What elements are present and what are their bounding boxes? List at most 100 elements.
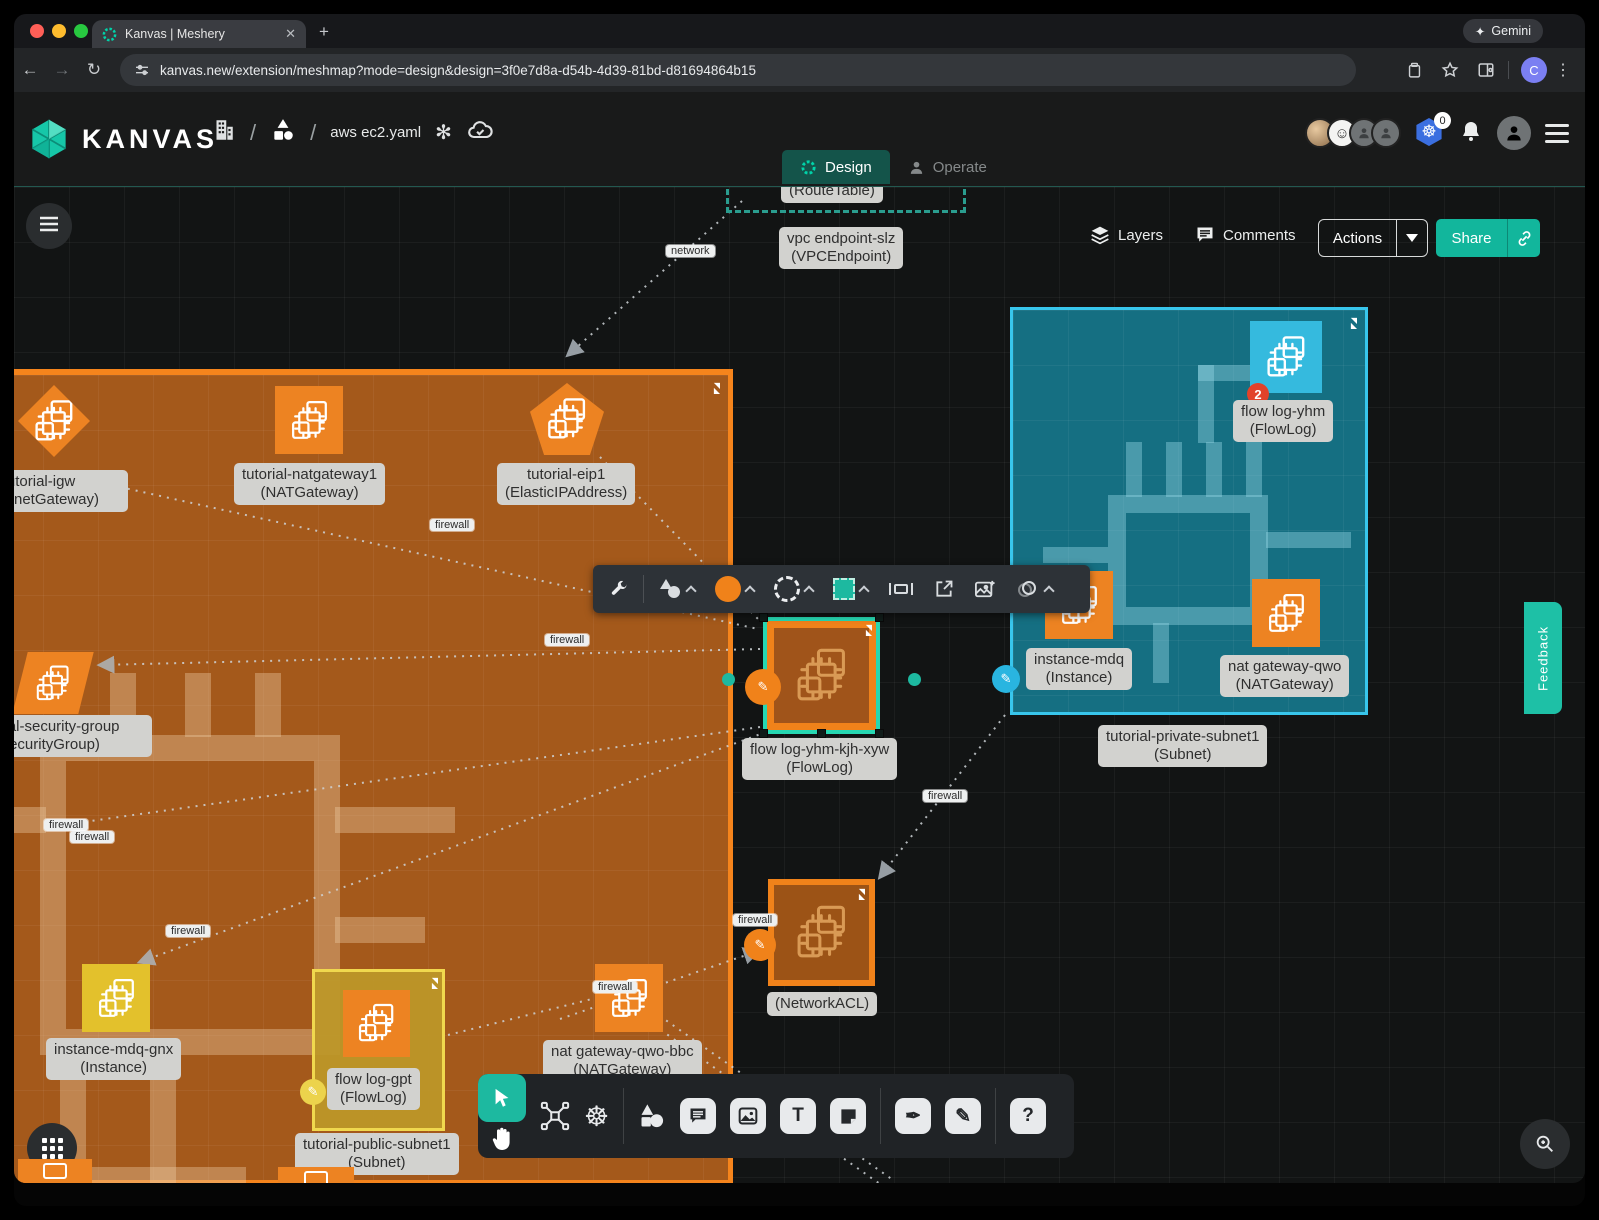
save-icon[interactable] — [1406, 62, 1423, 79]
share-button[interactable]: Share — [1436, 219, 1540, 257]
node-partial[interactable] — [278, 1167, 354, 1183]
node-network-acl[interactable]: ◥◣ — [768, 879, 875, 986]
open-in-new-tool[interactable] — [928, 579, 960, 599]
resize-handle-icon[interactable]: ◥◣ — [1351, 318, 1355, 328]
context-toolbar — [593, 565, 1090, 613]
layers-button[interactable]: Layers — [1090, 225, 1163, 245]
edge-label-firewall: firewall — [430, 519, 474, 531]
kubernetes-tool[interactable]: ☸ — [584, 1100, 609, 1133]
notifications-bell-icon[interactable] — [1459, 119, 1483, 148]
shapes-style-tool[interactable] — [652, 578, 701, 600]
help-group: ? — [996, 1074, 1060, 1158]
node-partial[interactable] — [18, 1159, 92, 1183]
node-flowlog-yhm[interactable] — [1250, 321, 1322, 393]
node-label-flowlog-yhm: flow log-yhm(FlowLog) — [1233, 400, 1333, 442]
selection-handle[interactable] — [759, 729, 768, 738]
node-label-network-acl: (NetworkACL) — [767, 992, 877, 1016]
pan-tool[interactable] — [490, 1126, 514, 1157]
pencil-tool[interactable]: ✎ — [945, 1098, 981, 1134]
browser-tab[interactable]: Kanvas | Meshery ✕ — [92, 20, 306, 48]
node-nat-gateway-1[interactable] — [275, 386, 343, 454]
header-menu-icon[interactable] — [1545, 124, 1569, 143]
resize-handle-icon[interactable]: ◥◣ — [859, 889, 863, 899]
selection-handle[interactable] — [875, 729, 884, 738]
refresh-icon[interactable]: ↻ — [78, 60, 110, 80]
zoom-window-button[interactable] — [74, 24, 88, 38]
tab-design[interactable]: Design — [782, 150, 890, 184]
workspace-icon[interactable] — [270, 117, 296, 148]
cloud-sync-icon[interactable] — [466, 116, 494, 149]
bookmark-star-icon[interactable] — [1441, 61, 1459, 79]
node-nat-gateway-qwo-bbc[interactable] — [595, 964, 663, 1032]
selection-handle[interactable] — [759, 613, 768, 622]
node-flowlog-selected[interactable]: ◥◣ — [763, 617, 880, 734]
text-tool[interactable]: T — [780, 1098, 816, 1134]
comment-tool[interactable] — [680, 1098, 716, 1134]
tab-operate[interactable]: Operate — [890, 150, 1005, 184]
edge-connect-handle[interactable]: ✎ — [745, 669, 781, 705]
wrench-tool[interactable] — [603, 579, 635, 599]
actions-button[interactable]: Actions — [1318, 219, 1428, 257]
resize-handle-icon[interactable]: ◥◣ — [432, 978, 436, 988]
stroke-color-tool[interactable] — [709, 576, 760, 602]
subnet-connect-handle[interactable]: ✎ — [300, 1079, 326, 1105]
browser-menu-icon[interactable]: ⋮ — [1555, 60, 1571, 80]
copy-link-icon[interactable] — [1508, 219, 1540, 257]
browser-profile-avatar[interactable]: C — [1521, 57, 1547, 83]
select-tool[interactable] — [478, 1074, 526, 1122]
design-config-icon[interactable]: ✻ — [435, 120, 452, 145]
new-tab-button[interactable]: + — [319, 22, 329, 42]
cursor-icon — [491, 1087, 513, 1109]
kubernetes-context-button[interactable]: ☸ 0 — [1415, 118, 1445, 148]
kanvas-logo[interactable]: KANVAS — [28, 118, 218, 160]
gemini-button[interactable]: ✦ Gemini — [1463, 19, 1543, 43]
comments-icon — [1195, 225, 1215, 245]
organization-icon[interactable] — [210, 117, 236, 148]
components-tool[interactable] — [540, 1101, 570, 1131]
node-nat-gateway-qwo[interactable] — [1252, 579, 1320, 647]
help-button[interactable]: ? — [1010, 1098, 1046, 1134]
design-file-name[interactable]: aws ec2.yaml — [330, 124, 421, 141]
fill-swatch — [833, 578, 855, 600]
chevron-up-icon — [858, 585, 869, 596]
add-image-tool[interactable] — [968, 579, 1002, 599]
shape-merge-tool[interactable] — [1010, 579, 1059, 599]
user-avatar[interactable] — [1497, 116, 1531, 150]
design-canvas[interactable]: ◥◣ ◥◣ — [14, 186, 1585, 1183]
border-style-tool[interactable] — [768, 576, 819, 602]
header-right: ☺ ☸ 0 — [1305, 116, 1569, 150]
selection-handle[interactable] — [817, 729, 826, 738]
minimize-window-button[interactable] — [52, 24, 66, 38]
feedback-tab[interactable]: Feedback — [1524, 602, 1562, 714]
edge-connect-handle[interactable]: ✎ — [744, 929, 776, 961]
pointer-tools — [478, 1074, 526, 1157]
fill-color-tool[interactable] — [827, 578, 874, 600]
image-tool[interactable] — [730, 1098, 766, 1134]
comments-button[interactable]: Comments — [1195, 225, 1296, 245]
tab-strip: Kanvas | Meshery ✕ + ✦ Gemini — [14, 14, 1585, 48]
forward-icon[interactable]: → — [46, 60, 78, 80]
close-tab-icon[interactable]: ✕ — [285, 26, 296, 42]
close-window-button[interactable] — [30, 24, 44, 38]
color-swatch — [715, 576, 741, 602]
node-instance-mdq-gnx[interactable] — [82, 964, 150, 1032]
back-icon[interactable]: ← — [14, 60, 46, 80]
address-bar[interactable]: kanvas.new/extension/meshmap?mode=design… — [120, 54, 1356, 86]
selection-handle[interactable] — [875, 613, 884, 622]
node-flowlog-gpt[interactable] — [343, 990, 410, 1057]
meshery-favicon — [102, 27, 117, 42]
layers-icon — [1090, 225, 1110, 245]
tune-icon[interactable] — [134, 62, 150, 78]
side-panel-icon[interactable] — [1477, 61, 1495, 79]
collaborator-avatar[interactable] — [1371, 118, 1401, 148]
actions-dropdown[interactable] — [1397, 220, 1427, 256]
node-label-vpc-endpoint: vpc endpoint-slz(VPCEndpoint) — [779, 227, 903, 269]
shapes-tool[interactable] — [638, 1103, 666, 1129]
resize-handle-icon[interactable]: ◥◣ — [866, 625, 870, 635]
zoom-button[interactable] — [1520, 1119, 1570, 1169]
resize-handle-icon[interactable]: ◥◣ — [714, 383, 718, 393]
note-tool[interactable] — [830, 1098, 866, 1134]
resize-width-tool[interactable] — [882, 579, 920, 599]
subnet-connect-handle[interactable]: ✎ — [992, 665, 1020, 693]
pen-tool[interactable]: ✒ — [895, 1098, 931, 1134]
